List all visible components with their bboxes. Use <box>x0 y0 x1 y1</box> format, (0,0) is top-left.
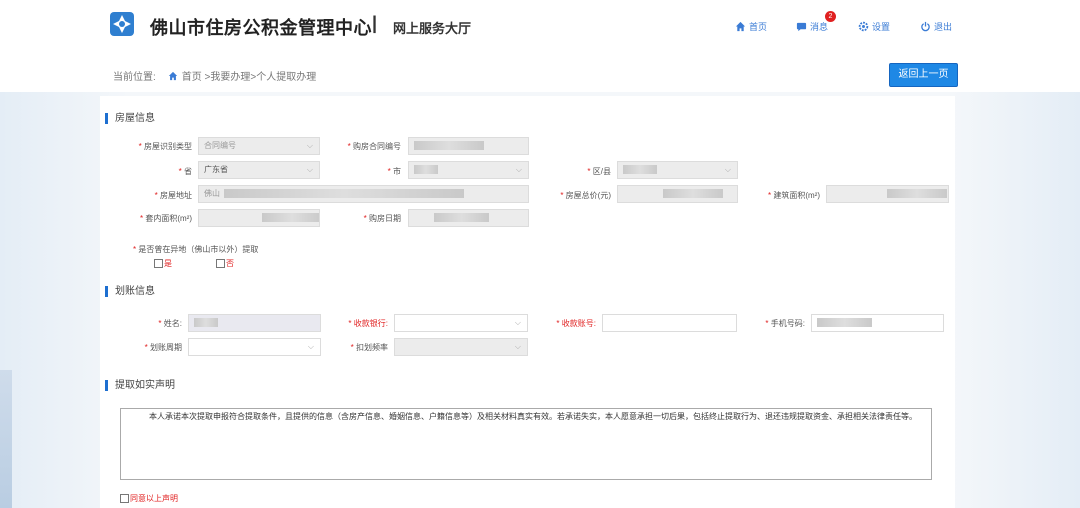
gear-icon <box>858 21 869 32</box>
agree-declaration-checkbox[interactable]: 同意以上声明 <box>120 493 178 504</box>
address-field[interactable]: 佛山 <box>198 185 529 203</box>
back-button[interactable]: 返回上一页 <box>889 63 958 87</box>
house-id-type-select[interactable]: 合同编号 ⌵ <box>198 137 320 155</box>
building-area-label: * 建筑面积(m²) <box>768 191 820 200</box>
bank-select[interactable]: ⌵ <box>394 314 528 332</box>
nav-logout-label: 退出 <box>934 22 953 32</box>
phone-field[interactable] <box>811 314 944 332</box>
offsite-yes-checkbox[interactable]: 是 <box>154 258 172 269</box>
nav-settings-label: 设置 <box>872 22 891 32</box>
breadcrumb-path[interactable]: 首页 >我要办理>个人提取办理 <box>182 68 316 83</box>
district-label: * 区/县 <box>587 167 611 176</box>
chevron-down-icon: ⌵ <box>306 141 313 150</box>
checkbox-icon <box>216 259 225 268</box>
breadcrumb-prefix: 当前位置: <box>113 72 156 83</box>
logo-icon <box>110 12 134 36</box>
checkbox-icon <box>120 494 129 503</box>
offsite-no-checkbox[interactable]: 否 <box>216 258 234 269</box>
nav-messages-label: 消息 <box>810 22 829 32</box>
account-field[interactable] <box>602 314 737 332</box>
city-select[interactable]: ⌵ <box>408 161 529 179</box>
chevron-down-icon: ⌵ <box>514 342 521 351</box>
offsite-question-label: * 是否曾在异地（佛山市以外）提取 <box>133 245 259 254</box>
contract-no-field[interactable] <box>408 137 529 155</box>
decorative-edge <box>0 370 12 508</box>
nav-settings[interactable]: 设置 <box>858 20 890 33</box>
chevron-down-icon: ⌵ <box>514 318 521 327</box>
city-label: * 市 <box>387 167 401 176</box>
province-select[interactable]: 广东省 ⌵ <box>198 161 320 179</box>
declaration-section-title: 提取如实声明 <box>105 380 175 391</box>
power-icon <box>921 21 930 32</box>
nav-messages[interactable]: 消息 <box>796 20 828 33</box>
checkbox-icon <box>154 259 163 268</box>
total-price-field[interactable] <box>617 185 738 203</box>
house-id-type-label: * 房屋识别类型 <box>138 142 192 151</box>
period-label: * 划账周期 <box>144 343 182 352</box>
message-count-badge: 2 <box>825 11 836 22</box>
total-price-label: * 房屋总价(元) <box>560 191 611 200</box>
account-label: * 收款账号: <box>556 319 596 328</box>
nav-home-label: 首页 <box>749 22 768 32</box>
building-area-field[interactable] <box>826 185 949 203</box>
frequency-label: * 扣划频率 <box>350 343 388 352</box>
chevron-down-icon: ⌵ <box>515 165 522 174</box>
purchase-date-label: * 购房日期 <box>363 214 401 223</box>
province-label: * 省 <box>178 167 192 176</box>
transfer-section-title: 划账信息 <box>105 286 155 297</box>
inner-area-field[interactable] <box>198 209 320 227</box>
district-select[interactable]: ⌵ <box>617 161 738 179</box>
contract-no-label: * 购房合同编号 <box>347 142 401 151</box>
home-icon <box>735 21 746 32</box>
chat-icon <box>796 22 807 32</box>
home-icon <box>168 71 177 80</box>
house-section-title: 房屋信息 <box>105 113 155 124</box>
bank-label: * 收款银行: <box>348 319 388 328</box>
frequency-select[interactable]: ⌵ <box>394 338 528 356</box>
phone-label: * 手机号码: <box>765 319 805 328</box>
name-field[interactable] <box>188 314 321 332</box>
chevron-down-icon: ⌵ <box>306 165 313 174</box>
inner-area-label: * 套内面积(m²) <box>140 214 192 223</box>
org-title: 佛山市住房公积金管理中心 <box>150 18 372 38</box>
hall-title: 网上服务大厅 <box>393 21 472 36</box>
breadcrumb: 当前位置: 首页 >我要办理>个人提取办理 <box>113 68 316 83</box>
chevron-down-icon: ⌵ <box>307 342 314 351</box>
name-label: * 姓名: <box>158 319 182 328</box>
declaration-textbox[interactable]: 本人承诺本次提取申报符合提取条件，且提供的信息（含房产信息、婚姻信息、户籍信息等… <box>120 408 932 480</box>
chevron-down-icon: ⌵ <box>724 165 731 174</box>
title-separator: | <box>372 13 378 33</box>
nav-home[interactable]: 首页 <box>735 20 767 33</box>
address-label: * 房屋地址 <box>154 191 192 200</box>
purchase-date-field[interactable] <box>408 209 529 227</box>
nav-logout[interactable]: 退出 <box>920 20 952 33</box>
period-select[interactable]: ⌵ <box>188 338 321 356</box>
